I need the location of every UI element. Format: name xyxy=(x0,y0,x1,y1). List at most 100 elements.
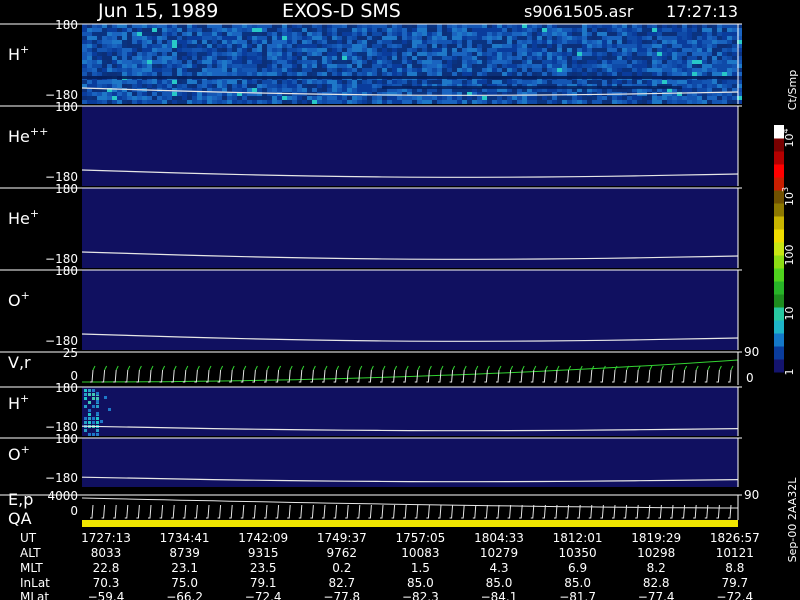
spectrogram-cell xyxy=(242,80,247,84)
spectrogram-cell xyxy=(167,96,172,100)
ephemeris-value: −77.4 xyxy=(638,590,675,600)
spectrogram-cell xyxy=(622,60,627,64)
spectrogram-cell xyxy=(552,60,557,64)
spectrogram-cell xyxy=(672,32,677,36)
spectrogram-cell xyxy=(277,80,282,84)
spectrogram-cell xyxy=(302,68,307,72)
spectrogram-cell xyxy=(267,68,272,72)
spectrogram-cell xyxy=(287,56,292,60)
spectrogram-cell xyxy=(382,68,387,72)
spectrogram-cell xyxy=(547,40,552,44)
spectrogram-cell xyxy=(202,72,207,76)
spectrogram-cell xyxy=(447,80,452,84)
spectrogram-cell xyxy=(122,32,127,36)
y-axis-top-tick: 180 xyxy=(55,381,78,395)
spectrogram-cell xyxy=(712,88,717,92)
spectrogram-cell xyxy=(352,100,357,104)
spectrogram-cell xyxy=(92,389,95,392)
ephemeris-value: −82.3 xyxy=(402,590,439,600)
spectrogram-cell xyxy=(362,80,367,84)
spectrogram-cell xyxy=(427,68,432,72)
spectrogram-cell xyxy=(657,32,662,36)
spectrogram-cell xyxy=(372,24,377,28)
spectrogram-cell xyxy=(92,72,97,76)
spectrogram-cell xyxy=(667,96,672,100)
spectrogram-cell xyxy=(397,48,402,52)
spectrogram-cell xyxy=(107,96,112,100)
spectrogram-cell xyxy=(567,28,572,32)
spectrogram-cell xyxy=(517,48,522,52)
spectrogram-cell xyxy=(357,64,362,68)
spectrogram-cell xyxy=(307,40,312,44)
spectrogram-cell xyxy=(397,60,402,64)
spectrogram-cell xyxy=(682,24,687,28)
spectrogram-cell xyxy=(567,80,572,84)
y-axis-bottom-tick: 0 xyxy=(70,504,78,518)
spectrogram-cell xyxy=(182,28,187,32)
spectrogram-cell xyxy=(167,84,172,88)
spectrogram-cell xyxy=(307,52,312,56)
spectrogram-cell xyxy=(467,96,472,100)
spectrogram-cell xyxy=(722,80,727,84)
spectrogram-cell xyxy=(202,32,207,36)
spectrogram-cell xyxy=(237,64,242,68)
spectrogram-cell xyxy=(92,28,97,32)
spectrogram-cell xyxy=(612,68,617,72)
spectrogram-cell xyxy=(84,405,87,408)
spectrogram-cell xyxy=(147,36,152,40)
spectrogram-cell xyxy=(162,40,167,44)
colorbar-swatch xyxy=(774,268,784,282)
spectrogram-cell xyxy=(147,28,152,32)
spectrogram-cell xyxy=(522,60,527,64)
spectrogram-cell xyxy=(327,48,332,52)
spectrogram-cell xyxy=(252,80,257,84)
spectrogram-cell xyxy=(592,64,597,68)
spectrogram-cell xyxy=(547,68,552,72)
panel-3: 180−180He+ xyxy=(0,182,742,268)
spectrogram-cell xyxy=(507,28,512,32)
spectrogram-cell xyxy=(492,40,497,44)
spectrogram-cell xyxy=(717,28,722,32)
spectrogram-cell xyxy=(637,32,642,36)
spectrogram-cell xyxy=(662,32,667,36)
spectrogram-cell xyxy=(627,48,632,52)
spectrogram-cell xyxy=(427,44,432,48)
spectrogram-cell xyxy=(587,48,592,52)
spectrogram-cell xyxy=(457,48,462,52)
spectrogram-cell xyxy=(172,96,177,100)
spectrogram-cell xyxy=(212,84,217,88)
spectrogram-cell xyxy=(317,32,322,36)
spectrogram-cell xyxy=(187,68,192,72)
spectrogram-cell xyxy=(407,40,412,44)
ephemeris-value: 0.2 xyxy=(332,561,351,575)
spectrogram-cell xyxy=(677,68,682,72)
spectrogram-cell xyxy=(222,72,227,76)
spectrogram-cell xyxy=(502,24,507,28)
spectrogram-cell xyxy=(527,52,532,56)
spectrogram-cell xyxy=(397,96,402,100)
spectrogram-cell xyxy=(84,421,87,424)
spectrogram-cell xyxy=(602,24,607,28)
spectrogram-cell xyxy=(572,68,577,72)
panel-species-label: E,p xyxy=(8,490,33,509)
colorbar-tick: 10 xyxy=(783,307,796,321)
spectrogram-cell xyxy=(397,64,402,68)
spectrogram-cell xyxy=(92,32,97,36)
spectrogram-cell xyxy=(577,24,582,28)
panel-7: 180−180O+ xyxy=(0,432,742,487)
spectrogram-cell xyxy=(282,72,287,76)
spectrogram-cell xyxy=(117,72,122,76)
spectrogram-cell xyxy=(542,56,547,60)
spectrogram-cell xyxy=(277,72,282,76)
spectrogram-cell xyxy=(347,96,352,100)
spectrogram-cell xyxy=(312,44,317,48)
spectrogram-cell xyxy=(192,52,197,56)
spectrogram-cell xyxy=(642,24,647,28)
spectrogram-cell xyxy=(397,80,402,84)
spectrogram-cell xyxy=(287,60,292,64)
ephemeris-value: 22.8 xyxy=(93,561,120,575)
spectrogram-cell xyxy=(467,32,472,36)
spectrogram-cell xyxy=(617,64,622,68)
spectrogram-cell xyxy=(467,60,472,64)
spectrogram-cell xyxy=(272,80,277,84)
